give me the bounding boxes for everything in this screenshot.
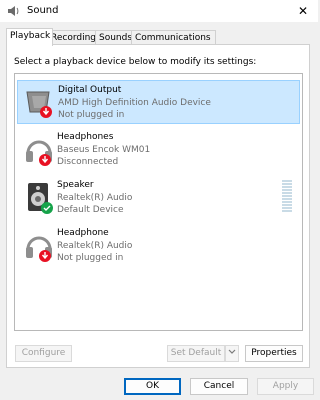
digital-output-icon [24, 86, 56, 120]
configure-button[interactable]: Configure [15, 345, 72, 362]
device-name: Headphone [57, 228, 109, 238]
speaker-icon [7, 5, 20, 17]
device-item-digital-output[interactable]: Digital Output AMD High Definition Audio… [17, 80, 300, 124]
device-name: Speaker [57, 180, 94, 190]
device-list[interactable]: Digital Output AMD High Definition Audio… [14, 73, 303, 331]
device-item-speaker[interactable]: Speaker Realtek(R) Audio Default Device [17, 176, 300, 220]
device-driver: Realtek(R) Audio [57, 241, 133, 251]
device-item-headphones[interactable]: Headphones Baseus Encok WM01 Disconnecte… [17, 128, 300, 172]
device-status: Not plugged in [57, 253, 124, 263]
tab-playback[interactable]: Playback [6, 28, 53, 46]
playback-panel: Select a playback device below to modify… [6, 44, 310, 368]
device-status: Default Device [57, 205, 124, 215]
volume-meter [282, 180, 292, 213]
tab-communications[interactable]: Communications [131, 30, 216, 45]
device-status: Disconnected [57, 157, 119, 167]
device-item-headphone[interactable]: Headphone Realtek(R) Audio Not plugged i… [17, 224, 300, 268]
speaker-icon [23, 181, 55, 215]
device-name: Headphones [57, 132, 114, 142]
close-icon[interactable]: ✕ [294, 2, 312, 20]
ok-button[interactable]: OK [124, 378, 181, 395]
device-driver: AMD High Definition Audio Device [58, 98, 211, 108]
cancel-button[interactable]: Cancel [190, 378, 248, 395]
headphones-icon [23, 133, 55, 167]
headphones-icon [23, 229, 55, 263]
tab-recording[interactable]: Recording [47, 30, 101, 45]
device-driver: Baseus Encok WM01 [57, 145, 151, 155]
device-name: Digital Output [58, 85, 122, 95]
set-default-dropdown[interactable] [225, 345, 239, 362]
set-default-split-button[interactable]: Set Default [167, 345, 244, 362]
device-status: Not plugged in [58, 110, 125, 120]
properties-button[interactable]: Properties [245, 345, 303, 362]
apply-button[interactable]: Apply [257, 378, 314, 395]
instruction-text: Select a playback device below to modify… [14, 57, 257, 67]
window-title: Sound [27, 5, 59, 16]
title-bar: Sound ✕ [0, 0, 318, 22]
device-driver: Realtek(R) Audio [57, 193, 133, 203]
set-default-button[interactable]: Set Default [167, 345, 225, 362]
chevron-down-icon [228, 348, 236, 358]
